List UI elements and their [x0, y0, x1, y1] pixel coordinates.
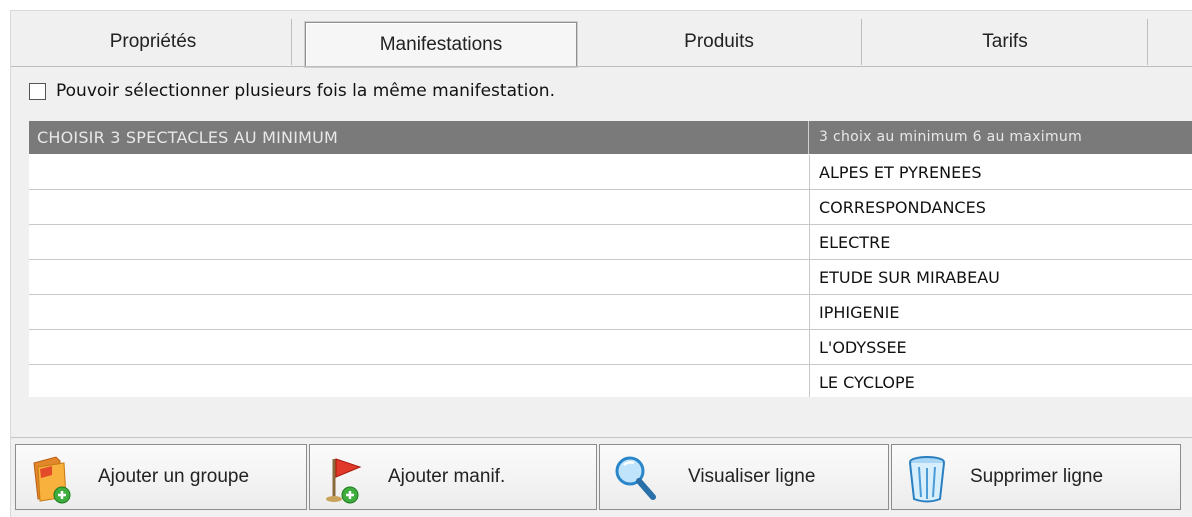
add-group-button[interactable]: Ajouter un groupe: [15, 444, 307, 510]
bottom-toolbar: Ajouter un groupe Ajouter manif. Visuali…: [11, 437, 1192, 516]
events-grid[interactable]: CHOISIR 3 SPECTACLES AU MINIMUM 3 choix …: [29, 121, 1192, 397]
row-group-cell: [29, 295, 810, 330]
multi-select-label: Pouvoir sélectionner plusieurs fois la m…: [56, 81, 555, 101]
tab-proprietes[interactable]: Propriétés: [15, 19, 292, 65]
flag-add-icon: [326, 458, 362, 504]
add-event-label: Ajouter manif.: [388, 466, 506, 487]
tab-produits[interactable]: Produits: [577, 19, 862, 65]
grid-rows: ALPES ET PYRENEES CORRESPONDANCES ELECTR…: [29, 155, 1192, 397]
row-group-cell: [29, 190, 810, 225]
delete-line-button[interactable]: Supprimer ligne: [891, 444, 1181, 510]
row-group-cell: [29, 225, 810, 260]
table-row[interactable]: ETUDE SUR MIRABEAU: [29, 260, 1192, 295]
event-cell: ELECTRE: [819, 233, 891, 252]
delete-line-label: Supprimer ligne: [970, 466, 1104, 487]
tab-tarifs[interactable]: Tarifs: [863, 19, 1148, 65]
row-group-cell: [29, 330, 810, 365]
group-header-row[interactable]: CHOISIR 3 SPECTACLES AU MINIMUM 3 choix …: [29, 121, 1192, 154]
magnifier-icon: [615, 456, 656, 500]
row-group-cell: [29, 155, 810, 190]
view-line-label: Visualiser ligne: [688, 466, 816, 487]
table-row[interactable]: IPHIGENIE: [29, 295, 1192, 330]
view-line-button[interactable]: Visualiser ligne: [599, 444, 889, 510]
event-cell: ETUDE SUR MIRABEAU: [819, 268, 1000, 287]
multi-select-checkbox[interactable]: [29, 82, 46, 100]
event-cell: LE CYCLOPE: [819, 373, 915, 392]
group-label: CHOISIR 3 SPECTACLES AU MINIMUM: [29, 121, 809, 154]
table-row[interactable]: ALPES ET PYRENEES: [29, 155, 1192, 190]
editor-window: Propriétés Manifestations Produits Tarif…: [10, 10, 1192, 517]
table-row[interactable]: L'ODYSSEE: [29, 330, 1192, 365]
event-cell: L'ODYSSEE: [819, 338, 907, 357]
row-group-cell: [29, 260, 810, 295]
multi-select-option[interactable]: Pouvoir sélectionner plusieurs fois la m…: [29, 81, 555, 101]
event-cell: ALPES ET PYRENEES: [819, 163, 982, 182]
add-event-button[interactable]: Ajouter manif.: [309, 444, 597, 510]
table-row[interactable]: CORRESPONDANCES: [29, 190, 1192, 225]
folder-add-icon: [33, 456, 71, 504]
tab-manifestations[interactable]: Manifestations: [305, 22, 577, 67]
table-row[interactable]: LE CYCLOPE: [29, 365, 1192, 397]
tab-bar: Propriétés Manifestations Produits Tarif…: [11, 11, 1192, 67]
event-cell: CORRESPONDANCES: [819, 198, 986, 217]
tab-divider: [11, 66, 1192, 67]
add-group-label: Ajouter un groupe: [98, 466, 250, 487]
row-group-cell: [29, 365, 810, 397]
event-cell: IPHIGENIE: [819, 303, 900, 322]
group-rule: 3 choix au minimum 6 au maximum: [819, 129, 1083, 145]
table-row[interactable]: ELECTRE: [29, 225, 1192, 260]
trash-icon: [909, 456, 945, 503]
